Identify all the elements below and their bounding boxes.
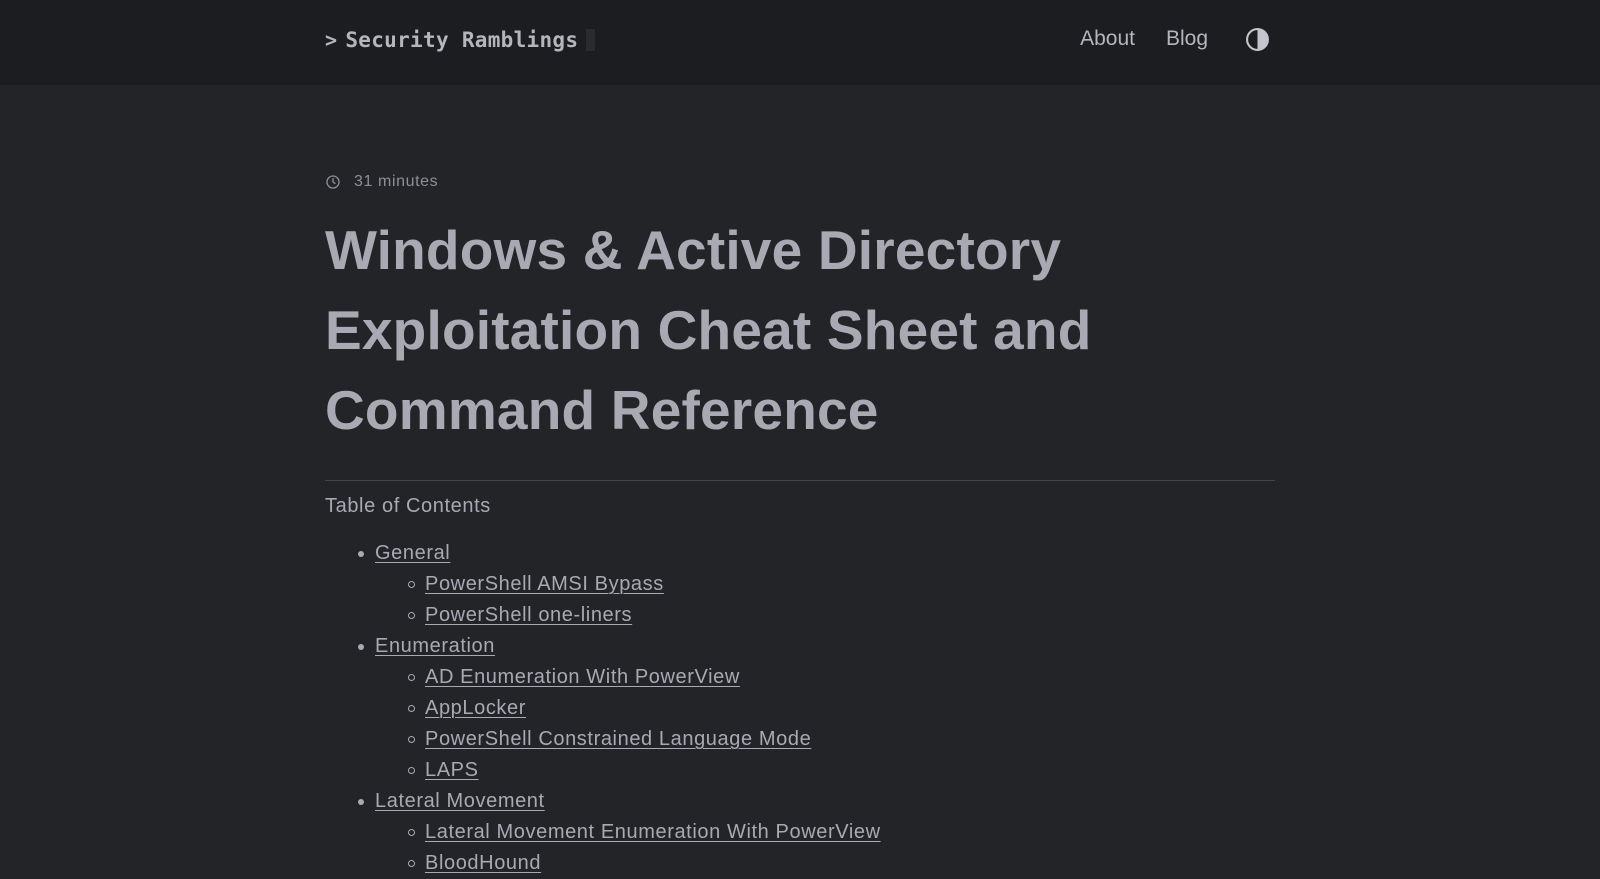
toc-link-powershell-one-liners[interactable]: PowerShell one-liners (425, 604, 632, 626)
title-divider (325, 480, 1275, 481)
toc-subitem: LAPS (408, 755, 1275, 786)
site-header: > Security Ramblings About Blog (0, 0, 1600, 85)
toc-subitem: PowerShell AMSI Bypass (408, 569, 1275, 600)
toc-link-ad-enumeration-powerview[interactable]: AD Enumeration With PowerView (425, 666, 740, 688)
toc-sublist: PowerShell AMSI Bypass PowerShell one-li… (375, 569, 1275, 631)
toc-heading: Table of Contents (325, 495, 491, 517)
contrast-half-circle-icon (1245, 27, 1269, 51)
nav-about-link[interactable]: About (1080, 27, 1135, 51)
logo-cursor-block (586, 29, 596, 51)
toc-sublist: Lateral Movement Enumeration With PowerV… (375, 817, 1275, 879)
reading-time: 31 minutes (354, 173, 439, 190)
toc-link-general[interactable]: General (375, 542, 450, 564)
toc-section: Enumeration AD Enumeration With PowerVie… (358, 631, 1275, 786)
toc-subitem: BloodHound (408, 848, 1275, 879)
logo-prompt: > (325, 28, 338, 52)
toc-link-lateral-movement-enumeration[interactable]: Lateral Movement Enumeration With PowerV… (425, 821, 881, 843)
toc-sublist: AD Enumeration With PowerView AppLocker … (375, 662, 1275, 786)
toc-link-constrained-language-mode[interactable]: PowerShell Constrained Language Mode (425, 728, 811, 750)
toc-link-powershell-amsi-bypass[interactable]: PowerShell AMSI Bypass (425, 573, 664, 595)
toc-link-applocker[interactable]: AppLocker (425, 697, 526, 719)
toc-subitem: PowerShell Constrained Language Mode (408, 724, 1275, 755)
main-nav: About Blog (1049, 26, 1270, 52)
toc-subitem: Lateral Movement Enumeration With PowerV… (408, 817, 1275, 848)
table-of-contents: General PowerShell AMSI Bypass PowerShel… (325, 538, 1275, 879)
toc-subitem: PowerShell one-liners (408, 600, 1275, 631)
clock-icon (326, 175, 340, 189)
post-content: 31 minutes Windows & Active Directory Ex… (325, 170, 1275, 879)
toc-subitem: AD Enumeration With PowerView (408, 662, 1275, 693)
toc-link-bloodhound[interactable]: BloodHound (425, 852, 541, 874)
theme-toggle-button[interactable] (1244, 26, 1270, 52)
nav-blog-link[interactable]: Blog (1166, 27, 1208, 51)
post-meta: 31 minutes (325, 170, 1275, 194)
toc-link-enumeration[interactable]: Enumeration (375, 635, 495, 657)
logo-text: Security Ramblings (345, 28, 579, 52)
site-logo-link[interactable]: > Security Ramblings (325, 28, 596, 52)
toc-link-lateral-movement[interactable]: Lateral Movement (375, 790, 545, 812)
toc-link-laps[interactable]: LAPS (425, 759, 479, 781)
toc-subitem: AppLocker (408, 693, 1275, 724)
toc-section: Lateral Movement Lateral Movement Enumer… (358, 786, 1275, 879)
post-title: Windows & Active Directory Exploitation … (325, 219, 1092, 441)
toc-section: General PowerShell AMSI Bypass PowerShel… (358, 538, 1275, 631)
